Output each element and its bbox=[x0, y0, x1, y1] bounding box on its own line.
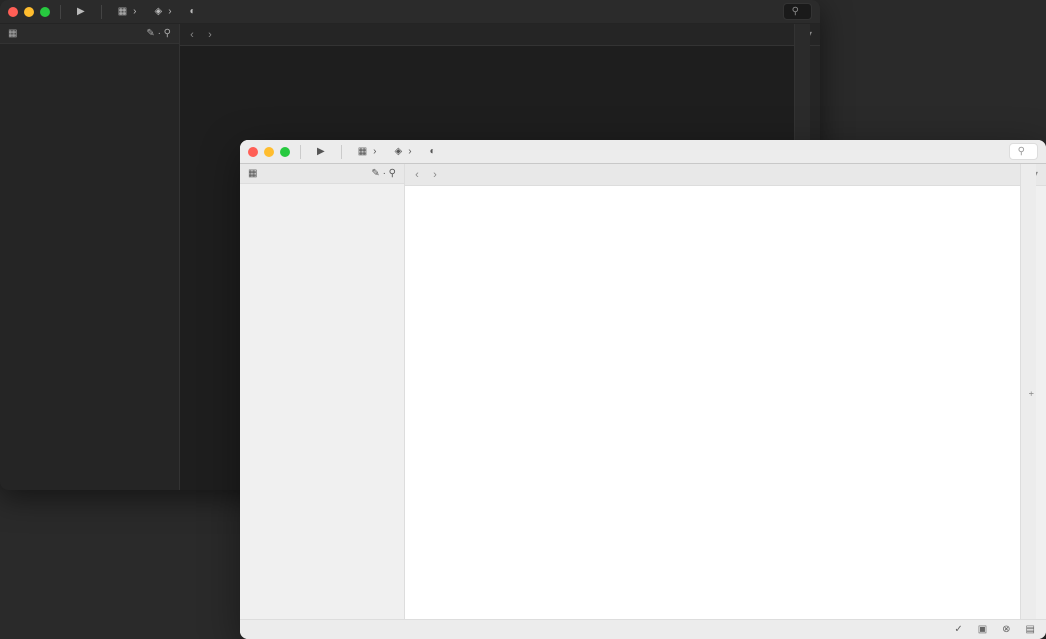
light-window: ▶ ▦ › ◈ › ◐ ⚲ ▦ ✎ · ⚲ ‹ › ▾ bbox=[240, 140, 1046, 639]
run-button[interactable]: ▶ bbox=[311, 144, 331, 159]
line-gutter bbox=[405, 186, 417, 619]
minimize-icon[interactable] bbox=[24, 7, 34, 17]
solution-sidebar: ▦ ✎ · ⚲ bbox=[0, 24, 180, 490]
status-bar: ✓ ▣ ⊗ ▤ bbox=[240, 619, 1046, 639]
scroll-indicator[interactable] bbox=[1036, 186, 1046, 619]
editor-tabs: ‹ › ▾ bbox=[180, 24, 820, 46]
solution-sidebar: ▦ ✎ · ⚲ bbox=[240, 164, 405, 619]
sidebar-actions[interactable]: ✎ · ⚲ bbox=[371, 168, 396, 179]
traffic-lights bbox=[8, 7, 50, 17]
close-icon[interactable] bbox=[8, 7, 18, 17]
search-input[interactable]: ⚲ bbox=[1009, 143, 1038, 160]
traffic-lights bbox=[248, 147, 290, 157]
breadcrumb-project[interactable]: ▦ › bbox=[352, 144, 383, 159]
breadcrumb-config[interactable]: ◈ › bbox=[389, 144, 418, 159]
editor-area: ‹ › ▾ + bbox=[405, 164, 1046, 619]
nav-fwd-icon[interactable]: › bbox=[202, 29, 218, 41]
sidebar-actions[interactable]: ✎ · ⚲ bbox=[146, 28, 171, 39]
nav-back-icon[interactable]: ‹ bbox=[409, 169, 425, 181]
code-editor[interactable] bbox=[405, 186, 1046, 619]
solution-tree[interactable] bbox=[0, 44, 179, 490]
editor-tabs: ‹ › ▾ bbox=[405, 164, 1046, 186]
nav-fwd-icon[interactable]: › bbox=[427, 169, 443, 181]
solution-header: ▦ ✎ · ⚲ bbox=[0, 24, 179, 44]
status-build[interactable]: ▤ bbox=[1026, 624, 1038, 635]
close-icon[interactable] bbox=[248, 147, 258, 157]
titlebar: ▶ ▦ › ◈ › ◐ ⚲ bbox=[240, 140, 1046, 164]
status-tests[interactable]: ✓ bbox=[954, 624, 965, 635]
nav-back-icon[interactable]: ‹ bbox=[184, 29, 200, 41]
zoom-icon[interactable] bbox=[40, 7, 50, 17]
minimize-icon[interactable] bbox=[264, 147, 274, 157]
status-terminal[interactable]: ▣ bbox=[978, 624, 990, 635]
line-gutter bbox=[180, 46, 192, 490]
breadcrumb-browser[interactable]: ◐ bbox=[184, 4, 205, 19]
code-content[interactable] bbox=[417, 186, 1046, 619]
search-input[interactable]: ⚲ bbox=[783, 3, 812, 20]
solution-tree[interactable] bbox=[240, 184, 404, 619]
breadcrumb-config[interactable]: ◈ › bbox=[149, 4, 178, 19]
side-rail[interactable]: + bbox=[1020, 164, 1036, 619]
breadcrumb-browser[interactable]: ◐ bbox=[424, 144, 445, 159]
breadcrumb-project[interactable]: ▦ › bbox=[112, 4, 143, 19]
solution-header: ▦ ✎ · ⚲ bbox=[240, 164, 404, 184]
zoom-icon[interactable] bbox=[280, 147, 290, 157]
run-button[interactable]: ▶ bbox=[71, 4, 91, 19]
status-errors[interactable]: ⊗ bbox=[1002, 624, 1013, 635]
titlebar: ▶ ▦ › ◈ › ◐ ⚲ bbox=[0, 0, 820, 24]
